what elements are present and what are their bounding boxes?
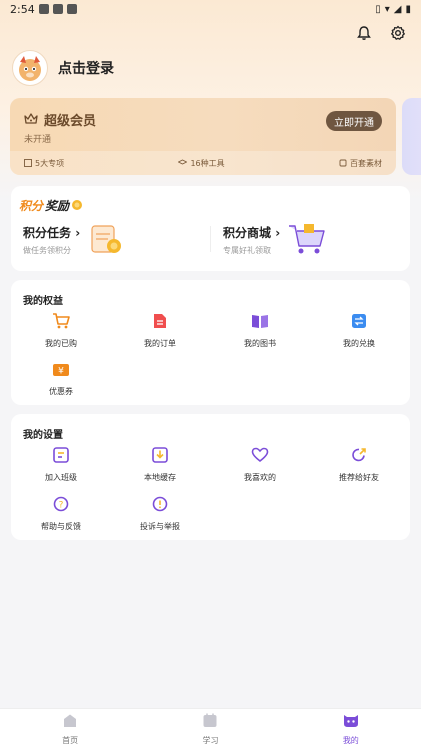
settings-item-label: 投诉与举报 (140, 522, 180, 531)
crown-icon (24, 110, 38, 129)
vip-title: 超级会员 (44, 114, 97, 129)
rights-item-label: 我的兑换 (343, 339, 375, 348)
tab-home[interactable]: 首页 (0, 709, 140, 750)
help-icon: ? (53, 496, 69, 516)
points-task-title[interactable]: 积分任务 (23, 226, 71, 240)
settings-item-local-cache[interactable]: 本地缓存 (130, 447, 190, 483)
graduation-cap-icon (178, 159, 188, 165)
points-card: 积分 奖励 积分任务 › 做任务领积分 积分商城 › 专属好礼领取 (11, 186, 410, 271)
rights-item-label: 我的已购 (45, 339, 77, 348)
rights-item-coupon[interactable]: ¥ 优惠券 (31, 362, 91, 397)
status-time: 2:54 (10, 2, 35, 16)
rights-item-label: 我的订单 (144, 339, 176, 348)
mine-icon (342, 713, 360, 732)
settings-item-label: 推荐给好友 (339, 473, 379, 482)
tab-label: 学习 (202, 736, 219, 745)
tab-mine[interactable]: 我的 (281, 709, 421, 750)
tab-study[interactable]: 学习 (140, 709, 280, 750)
vip-status: 未开通 (24, 135, 52, 145)
settings-item-join-class[interactable]: 加入班级 (31, 447, 91, 483)
avatar[interactable] (12, 50, 48, 86)
points-logo-part2: 奖励 (45, 199, 70, 213)
vip-feature-label: 16种工具 (190, 158, 225, 168)
rights-item-books[interactable]: 我的图书 (230, 313, 290, 349)
material-icon (339, 159, 347, 167)
vip-feature-label: 5大专项 (35, 158, 65, 168)
tab-label: 首页 (62, 736, 79, 745)
bottom-tab-bar: 首页 学习 我的 (0, 708, 421, 750)
share-icon (351, 447, 367, 467)
download-icon (152, 447, 168, 467)
heart-icon (251, 447, 269, 467)
cart-icon (52, 313, 70, 333)
rights-item-exchange[interactable]: 我的兑换 (329, 313, 389, 349)
settings-card: 我的设置 加入班级 本地缓存 我喜欢的 推荐给好友 ? 帮助与反馈 投诉与举报 (11, 414, 410, 540)
book-icon (251, 313, 269, 333)
battery-icon: ▮ (405, 3, 411, 15)
settings-item-label: 帮助与反馈 (41, 522, 81, 531)
settings-item-label: 本地缓存 (144, 473, 176, 482)
svg-text:?: ? (59, 501, 64, 511)
shopping-cart-illustration-icon (286, 220, 328, 262)
chevron-right-icon: › (271, 226, 281, 240)
vip-feature: 5大专项 (24, 158, 64, 169)
rights-card: 我的权益 我的已购 我的订单 我的图书 我的兑换 ¥ 优惠券 (11, 280, 410, 405)
settings-item-recommend[interactable]: 推荐给好友 (329, 447, 389, 483)
special-icon (24, 159, 32, 167)
wifi-icon: ▾ (384, 3, 390, 15)
settings-item-report[interactable]: 投诉与举报 (130, 496, 190, 532)
svg-text:¥: ¥ (58, 367, 64, 377)
notification-icon (52, 4, 63, 14)
settings-item-help[interactable]: ? 帮助与反馈 (31, 496, 91, 532)
status-icons: ▯ ▾ ◢ ▮ (375, 4, 411, 15)
points-logo-part1: 积分 (19, 199, 44, 213)
tab-label: 我的 (342, 736, 359, 745)
vibrate-icon: ▯ (375, 3, 381, 15)
settings-item-favorites[interactable]: 我喜欢的 (230, 447, 290, 483)
vip-feature-label: 百套素材 (350, 158, 382, 168)
rights-item-label: 我的图书 (244, 339, 276, 348)
study-icon (202, 713, 218, 732)
rights-item-purchased[interactable]: 我的已购 (31, 313, 91, 349)
notification-icon (38, 4, 49, 14)
points-mall-sub: 专属好礼领取 (223, 246, 271, 255)
alert-icon (152, 496, 168, 516)
points-logo: 积分 奖励 (19, 196, 83, 215)
login-link[interactable]: 点击登录 (58, 58, 114, 78)
points-mall-title[interactable]: 积分商城 (223, 226, 271, 240)
rights-item-label: 优惠券 (49, 387, 73, 396)
vip-features: 5大专项 16种工具 百套素材 (10, 151, 396, 175)
settings-item-label: 加入班级 (45, 473, 77, 482)
bell-icon[interactable] (355, 24, 373, 42)
calendar-illustration-icon (86, 218, 126, 262)
vip-open-button[interactable]: 立即开通 (326, 111, 382, 131)
profile-section[interactable]: 点击登录 (12, 50, 114, 86)
divider (210, 226, 211, 252)
rights-title: 我的权益 (23, 296, 63, 307)
settings-item-label: 我喜欢的 (244, 473, 276, 482)
points-task-sub: 做任务领积分 (23, 246, 71, 255)
class-icon (53, 447, 69, 467)
signal-icon: ◢ (393, 3, 402, 15)
vip-card-next[interactable] (402, 98, 421, 175)
header-actions (355, 24, 407, 42)
coin-icon (71, 196, 83, 215)
chevron-right-icon: › (71, 226, 81, 240)
exchange-icon (351, 313, 367, 333)
gear-icon[interactable] (389, 24, 407, 42)
settings-title: 我的设置 (23, 430, 63, 441)
home-icon (62, 713, 78, 732)
vip-card[interactable]: 超级会员 未开通 立即开通 5大专项 16种工具 百套素材 (10, 98, 396, 175)
vip-feature: 百套素材 (339, 158, 382, 169)
vip-feature: 16种工具 (178, 158, 225, 169)
notification-icon (66, 4, 77, 14)
order-icon (152, 313, 168, 333)
coupon-icon: ¥ (52, 362, 70, 381)
points-task[interactable]: 积分任务 › 做任务领积分 (23, 224, 80, 256)
status-bar: 2:54 ▯ ▾ ◢ ▮ (0, 0, 421, 18)
rights-item-orders[interactable]: 我的订单 (130, 313, 190, 349)
points-mall[interactable]: 积分商城 › 专属好礼领取 (223, 224, 280, 256)
